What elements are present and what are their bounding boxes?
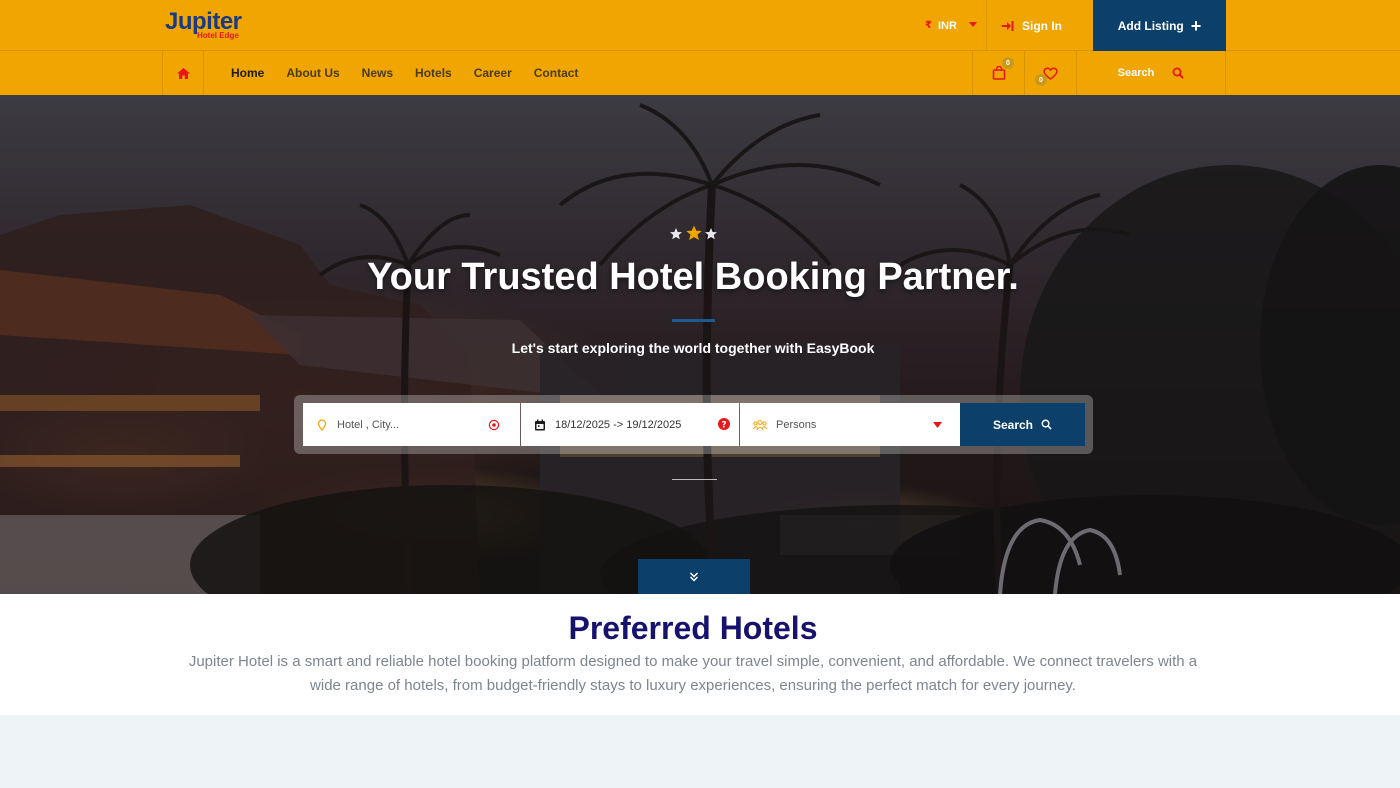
scroll-down-button[interactable] [638, 559, 750, 594]
sign-in-link[interactable]: Sign In [1002, 0, 1062, 51]
nav-link-news[interactable]: News [362, 66, 393, 80]
home-icon [176, 67, 190, 79]
nav-links: Home About Us News Hotels Career Contact [231, 51, 600, 95]
cart-count-badge: 0 [1002, 57, 1014, 69]
plus-icon: + [1190, 15, 1202, 36]
persons-placeholder: Persons [776, 418, 817, 431]
section-title: Preferred Hotels [568, 610, 818, 646]
nav-link-career[interactable]: Career [474, 66, 512, 80]
caret-down-icon [969, 22, 977, 27]
search-submit-label: Search [992, 417, 1034, 432]
users-icon [753, 419, 767, 430]
currency-selector[interactable]: ₹ INR [925, 0, 987, 51]
search-icon [1041, 419, 1052, 430]
main-nav: Home About Us News Hotels Career Contact… [0, 51, 1400, 95]
rupee-icon: ₹ [925, 20, 932, 31]
title-underline [672, 319, 715, 322]
divider [986, 0, 987, 51]
caret-down-icon [933, 422, 942, 428]
date-range-field[interactable]: 18/12/2025 -> 19/12/2025 ? [521, 403, 739, 446]
chevron-double-down-icon [689, 571, 699, 582]
section-description: Jupiter Hotel is a smart and reliable ho… [188, 653, 1198, 694]
sign-in-label: Sign In [1022, 18, 1062, 33]
nav-link-hotels[interactable]: Hotels [415, 66, 452, 80]
cart-button[interactable]: 0 [972, 51, 1024, 95]
hero-title: Your Trusted Hotel Booking Partner. [367, 256, 1019, 298]
svg-text:?: ? [721, 420, 726, 430]
add-listing-button[interactable]: Add Listing + [1093, 0, 1226, 51]
calendar-icon [535, 419, 545, 430]
wishlist-count-badge: 0 [1035, 74, 1047, 86]
nav-search-button[interactable]: Search [1076, 51, 1226, 95]
persons-select[interactable]: Persons [740, 403, 960, 446]
search-icon [1172, 67, 1185, 79]
currency-label: INR [937, 19, 957, 32]
preferred-hotels-section: Preferred Hotels Jupiter Hotel is a smar… [0, 594, 1400, 715]
brand-tagline: Hotel Edge [197, 31, 239, 40]
brand-logo[interactable]: Jupiter Hotel Edge [165, 9, 255, 43]
star-icon [686, 225, 702, 240]
star-icon [705, 228, 717, 240]
map-pin-icon [317, 418, 327, 431]
hotel-city-placeholder: Hotel , City... [337, 418, 400, 431]
rating-stars [670, 225, 717, 240]
nav-search-label: Search [1117, 67, 1155, 79]
sign-in-icon [1002, 20, 1014, 31]
shopping-bag-icon [992, 66, 1005, 80]
add-listing-label: Add Listing [1117, 18, 1184, 33]
wishlist-button[interactable]: 0 [1024, 51, 1076, 95]
nav-link-home[interactable]: Home [231, 66, 264, 80]
location-target-icon[interactable] [488, 419, 500, 431]
hero-subtitle: Let's start exploring the world together… [511, 340, 875, 356]
hotel-city-field[interactable]: Hotel , City... [303, 403, 520, 446]
divider [672, 479, 717, 480]
search-submit-button[interactable]: Search [960, 403, 1085, 446]
nav-link-contact[interactable]: Contact [534, 66, 579, 80]
star-icon [670, 228, 682, 240]
top-bar: Jupiter Hotel Edge ₹ INR Sign In Add Lis… [0, 0, 1400, 51]
help-icon[interactable]: ? [718, 418, 730, 430]
nav-link-about-us[interactable]: About Us [286, 66, 339, 80]
nav-home-button[interactable] [162, 51, 204, 95]
date-range-value: 18/12/2025 -> 19/12/2025 [555, 418, 682, 431]
